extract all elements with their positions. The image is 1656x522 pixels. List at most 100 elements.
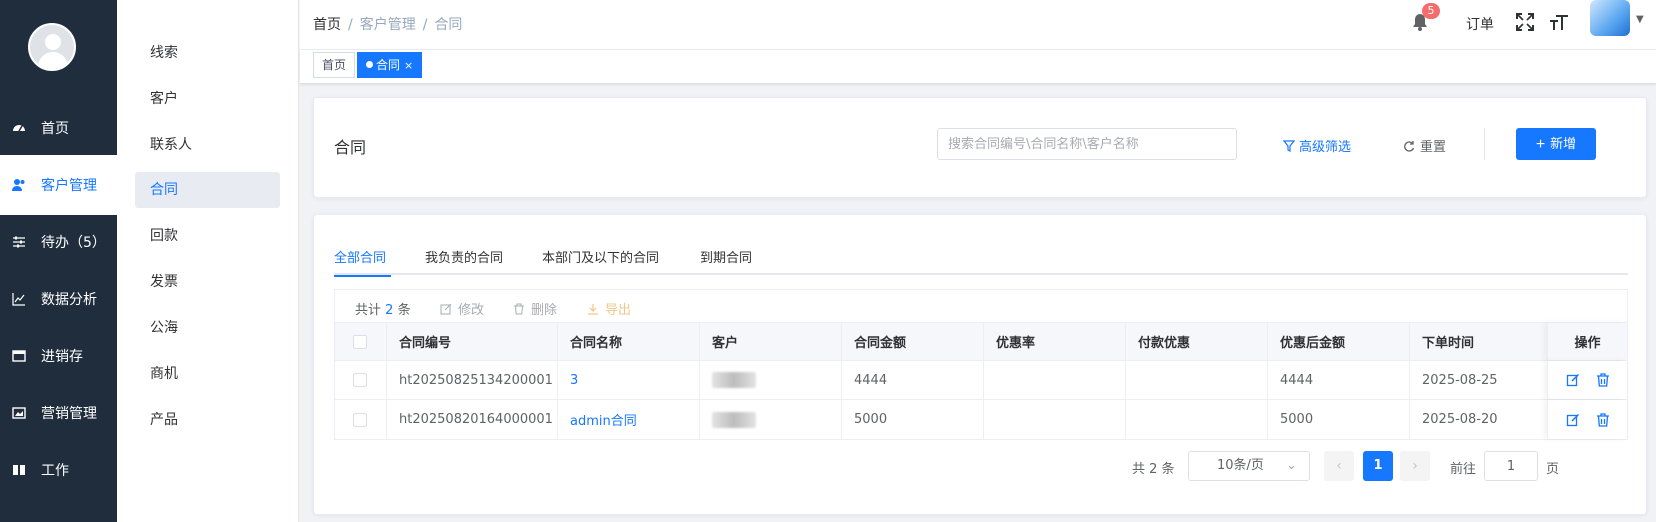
tag-contracts[interactable]: 合同 × (357, 52, 423, 78)
select-all-cell (335, 323, 387, 360)
submenu-item-invoices[interactable]: 发票 (135, 264, 280, 300)
contract-list-card: 全部合同 我负责的合同 本部门及以下的合同 到期合同 共计 2 条 修改 删除 … (313, 214, 1647, 515)
next-page-button[interactable]: › (1400, 451, 1430, 481)
breadcrumb-contracts: 合同 (434, 17, 463, 33)
select-all-checkbox[interactable] (353, 334, 367, 349)
breadcrumb-customer-mgmt[interactable]: 客户管理 (360, 17, 416, 33)
edit-icon (440, 303, 452, 315)
search-input[interactable] (937, 128, 1237, 160)
page-number-button[interactable]: 1 (1363, 451, 1393, 481)
plus-icon: + (1535, 136, 1546, 153)
goto-label: 前往 (1450, 462, 1477, 477)
card-icon (12, 349, 26, 363)
dashboard-icon (12, 121, 26, 135)
submenu-item-contracts[interactable]: 合同 (135, 172, 280, 208)
cell-discount-rate (984, 400, 1126, 439)
col-contract-no[interactable]: 合同编号 (387, 323, 558, 360)
submenu-item-public-pool[interactable]: 公海 (135, 310, 280, 346)
rail-item-label: 首页 (41, 121, 69, 137)
col-payment-discount[interactable]: 付款优惠 (1126, 323, 1268, 360)
submenu-item-products[interactable]: 产品 (135, 402, 280, 438)
add-contract-button[interactable]: + 新增 (1516, 128, 1596, 160)
cell-contract-name[interactable]: 3 (558, 361, 700, 399)
advanced-filter-button[interactable]: 高级筛选 (1282, 136, 1351, 155)
cell-amount: 5000 (842, 400, 984, 439)
page-size-select[interactable]: 10条/页 ⌄ (1188, 451, 1310, 481)
submenu-item-leads[interactable]: 线索 (135, 35, 280, 71)
main-nav-rail: 首页 客户管理 待办（5） 数据分析 进销存 营销管理 工作 (0, 0, 117, 522)
cell-order-time: 2025-08-20 (1410, 400, 1550, 439)
row-checkbox[interactable] (353, 373, 367, 387)
row-select-cell (335, 361, 387, 399)
col-order-time[interactable]: 下单时间 (1410, 323, 1550, 360)
col-final-amount[interactable]: 优惠后金额 (1268, 323, 1410, 360)
tags-view-bar: 首页 合同 × (300, 50, 1656, 84)
tag-label: 合同 (376, 58, 401, 72)
tab-my-contracts[interactable]: 我负责的合同 (425, 247, 503, 275)
rail-item-analytics[interactable]: 数据分析 (0, 269, 117, 329)
user-avatar[interactable] (28, 23, 76, 71)
rail-item-label: 客户管理 (41, 178, 97, 194)
tag-home[interactable]: 首页 (313, 52, 356, 78)
orders-link[interactable]: 订单 (1466, 14, 1494, 34)
edit-button[interactable]: 修改 (440, 299, 484, 318)
fullscreen-icon[interactable] (1516, 13, 1534, 31)
reset-button[interactable]: 重置 (1403, 136, 1446, 155)
image-icon (12, 406, 26, 420)
active-dot-icon (366, 61, 373, 68)
font-size-icon[interactable] (1549, 13, 1569, 31)
submenu-item-contacts[interactable]: 联系人 (135, 127, 280, 163)
rail-item-todo[interactable]: 待办（5） (0, 212, 117, 272)
close-icon[interactable]: × (404, 59, 413, 72)
rail-item-home[interactable]: 首页 (0, 98, 117, 158)
active-tab-indicator (334, 275, 391, 277)
submenu-item-opportunities[interactable]: 商机 (135, 356, 280, 392)
table-row[interactable]: ht20250820164000001 admin合同 5000 5000 20… (335, 400, 1627, 439)
cell-contract-no: ht20250825134200001 (387, 361, 558, 399)
tab-expiring-contracts[interactable]: 到期合同 (700, 247, 752, 275)
cell-customer (700, 400, 842, 439)
edit-icon[interactable] (1566, 413, 1580, 427)
trash-icon[interactable] (1596, 412, 1610, 427)
notification-badge: 5 (1422, 3, 1440, 19)
table-row[interactable]: ht20250825134200001 3 4444 4444 2025-08-… (335, 361, 1627, 400)
tab-department-contracts[interactable]: 本部门及以下的合同 (542, 247, 659, 275)
contract-tabs: 全部合同 我负责的合同 本部门及以下的合同 到期合同 (334, 237, 1628, 277)
row-checkbox[interactable] (353, 412, 367, 427)
row-actions (1547, 400, 1627, 439)
cell-contract-name[interactable]: admin合同 (558, 400, 700, 439)
tab-all-contracts[interactable]: 全部合同 (334, 247, 391, 277)
chevron-right-icon: › (1412, 458, 1418, 474)
col-amount[interactable]: 合同金额 (842, 323, 984, 360)
delete-button[interactable]: 删除 (513, 299, 557, 318)
cell-discount-rate (984, 361, 1126, 399)
trash-icon[interactable] (1596, 373, 1610, 387)
caret-down-icon[interactable]: ▼ (1636, 14, 1644, 25)
col-contract-name[interactable]: 合同名称 (558, 323, 700, 360)
col-actions: 操作 (1547, 323, 1627, 360)
edit-icon[interactable] (1566, 373, 1580, 387)
prev-page-button[interactable]: ‹ (1324, 451, 1354, 481)
breadcrumb: 首页 / 客户管理 / 合同 (313, 17, 463, 33)
submenu-item-customers[interactable]: 客户 (135, 81, 280, 117)
col-discount-rate[interactable]: 优惠率 (984, 323, 1126, 360)
rail-item-customer-mgmt[interactable]: 客户管理 (0, 155, 117, 215)
refresh-icon (1404, 141, 1415, 152)
row-actions (1547, 361, 1627, 399)
rail-item-work[interactable]: 工作 (0, 440, 117, 500)
col-customer[interactable]: 客户 (700, 323, 842, 360)
user-avatar-image[interactable] (1590, 0, 1630, 36)
rail-item-marketing[interactable]: 营销管理 (0, 383, 117, 443)
cell-amount: 4444 (842, 361, 984, 399)
download-icon (588, 304, 598, 315)
export-button[interactable]: 导出 (587, 299, 631, 318)
rail-item-label: 数据分析 (41, 292, 97, 308)
table-header-row: 合同编号 合同名称 客户 合同金额 优惠率 付款优惠 优惠后金额 下单时间 操作 (335, 323, 1627, 361)
cell-order-time: 2025-08-25 (1410, 361, 1550, 399)
goto-page-input[interactable] (1484, 451, 1538, 481)
rail-item-inventory[interactable]: 进销存 (0, 326, 117, 386)
cell-final-amount: 4444 (1268, 361, 1410, 399)
chevron-down-icon: ⌄ (1286, 458, 1297, 473)
breadcrumb-home[interactable]: 首页 (313, 17, 341, 33)
submenu-item-payments[interactable]: 回款 (135, 218, 280, 254)
